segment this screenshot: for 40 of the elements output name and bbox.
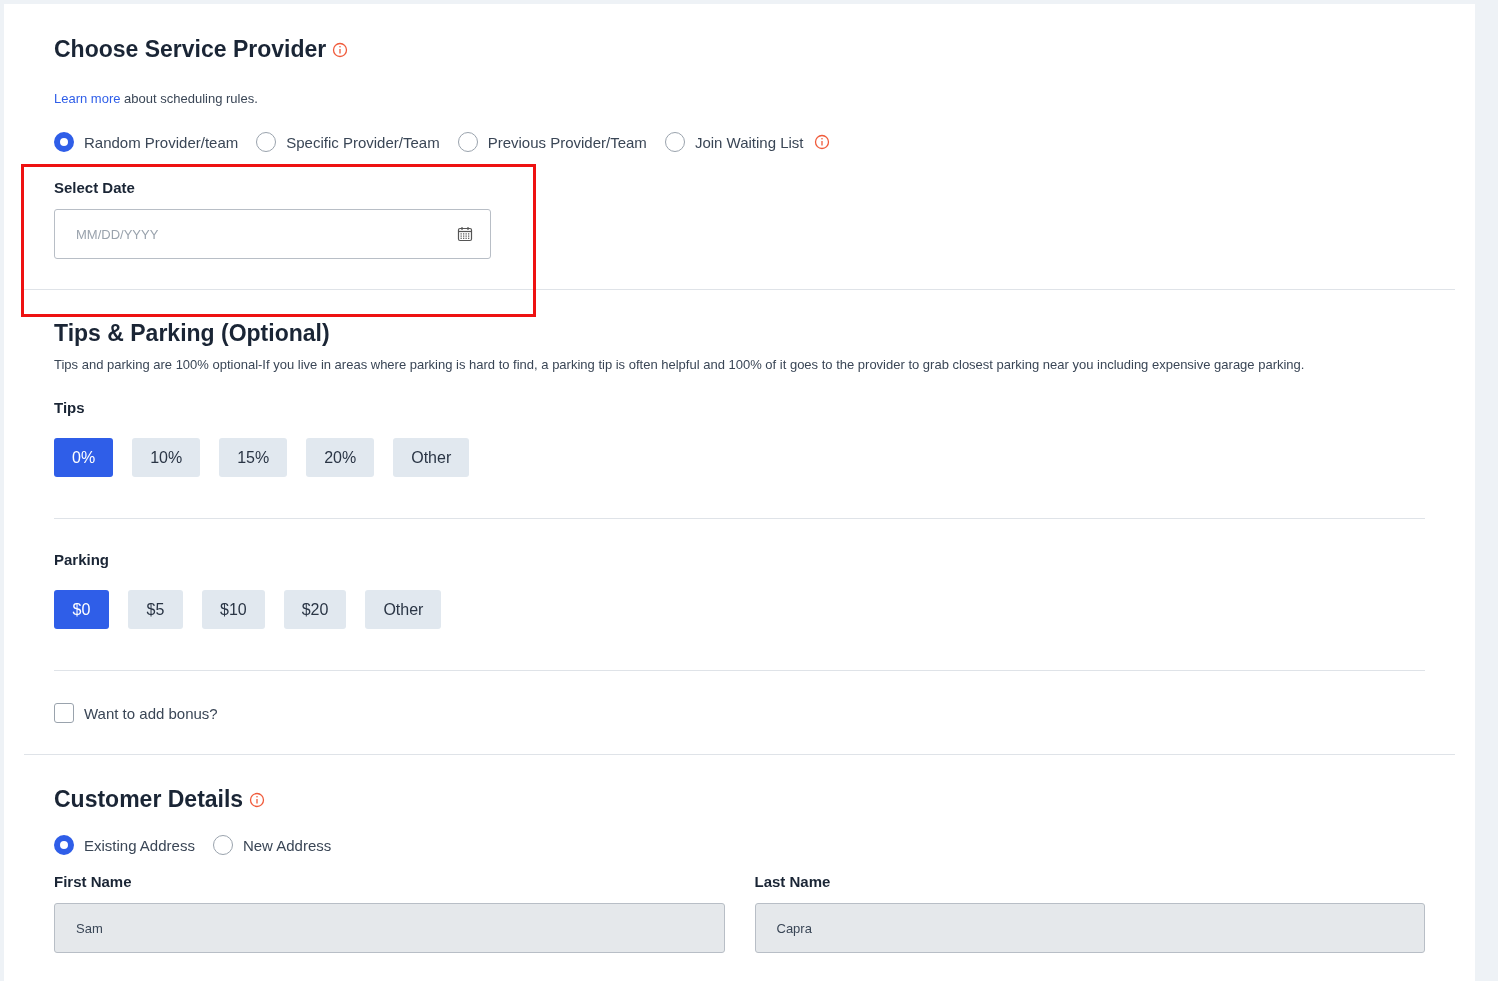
radio-label: New Address <box>242 836 332 854</box>
radio-label: Random Provider/team <box>84 133 239 151</box>
checkbox-label: Want to add bonus? <box>84 704 218 722</box>
calendar-icon[interactable] <box>457 226 473 242</box>
radio-button[interactable] <box>54 132 74 152</box>
group-label: Parking <box>54 551 111 568</box>
info-icon[interactable] <box>813 134 830 150</box>
radio-button[interactable] <box>256 132 277 152</box>
radio-button[interactable] <box>664 132 685 152</box>
amount-option[interactable]: $5 <box>128 590 183 629</box>
section-description: Tips and parking are 100% optional-If you live in areas where parking is hard to find, a parking tip is often helpful and 100% of it goes to the provider to grab closest parking near you including expensive garage parking. <box>54 357 1306 372</box>
amount-option[interactable]: $20 <box>283 590 347 629</box>
radio-label: Join Waiting List <box>694 133 804 151</box>
amount-option[interactable]: Other <box>365 590 442 629</box>
field-label: Last Name <box>754 873 832 890</box>
amount-option[interactable]: 20% <box>306 438 375 477</box>
info-icon[interactable] <box>332 41 349 58</box>
amount-option[interactable]: Other <box>393 438 470 477</box>
amount-option[interactable]: 10% <box>132 438 201 477</box>
group-label: Tips <box>54 399 86 416</box>
section-title: Customer Details <box>54 786 244 813</box>
amount-option[interactable]: $10 <box>202 590 265 629</box>
scheduling-rules-text: Learn more about scheduling rules. <box>54 91 259 106</box>
field-label: Select Date <box>54 179 136 196</box>
checkbox[interactable] <box>54 703 74 723</box>
field-label: First Name <box>54 873 133 890</box>
radio-button[interactable] <box>457 132 478 152</box>
amount-option[interactable]: 0% <box>54 438 114 477</box>
radio-label: Previous Provider/Team <box>487 133 647 151</box>
amount-option[interactable]: $0 <box>54 590 109 629</box>
date-field[interactable]: MM/DD/YYYY <box>54 209 491 259</box>
radio-label: Specific Provider/Team <box>286 133 440 151</box>
radio-button[interactable] <box>212 835 233 855</box>
section-title: Choose Service Provider <box>54 36 327 63</box>
radio-label: Existing Address <box>84 836 195 854</box>
section-title: Tips & Parking (Optional) <box>54 320 331 347</box>
amount-option[interactable]: 15% <box>219 438 288 477</box>
radio-button[interactable] <box>54 835 74 855</box>
info-icon[interactable] <box>249 791 266 808</box>
learn-more-link[interactable]: Learn more <box>54 91 121 106</box>
